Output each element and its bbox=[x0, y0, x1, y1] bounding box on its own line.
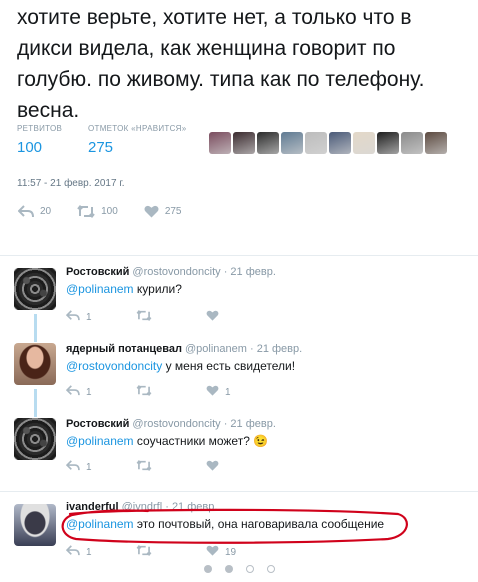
reply-icon bbox=[65, 385, 80, 399]
mention-link[interactable]: @polinanem bbox=[66, 434, 134, 448]
liker-avatar[interactable] bbox=[233, 132, 255, 154]
reply-text: @polinanem соучастники может? 😉 bbox=[66, 434, 268, 448]
retweets-count: 100 bbox=[17, 139, 43, 156]
tweet-stats: РЕТВИТОВ 100 ОТМЕТОК «НРАВИТСЯ» 275 bbox=[17, 124, 477, 164]
reply-button[interactable]: 1 bbox=[65, 545, 136, 559]
like-count: 19 bbox=[225, 546, 237, 558]
retweet-icon bbox=[136, 309, 152, 324]
author-handle[interactable]: @rostovondoncity bbox=[132, 266, 220, 278]
retweet-icon bbox=[77, 205, 95, 218]
pagination-dot[interactable] bbox=[224, 565, 233, 573]
avatar[interactable] bbox=[14, 504, 56, 546]
reply-icon bbox=[65, 310, 80, 324]
author-name[interactable]: ядерный потанцевал bbox=[66, 343, 182, 355]
retweet-icon bbox=[136, 544, 152, 559]
reply-button[interactable]: 1 bbox=[65, 310, 136, 324]
reply-actions: 1 bbox=[65, 459, 276, 474]
author-name[interactable]: Ростовский bbox=[66, 266, 129, 278]
retweet-count: 100 bbox=[101, 206, 118, 217]
likes-stat[interactable]: ОТМЕТОК «НРАВИТСЯ» 275 bbox=[88, 124, 186, 156]
liker-avatar[interactable] bbox=[353, 132, 375, 154]
pagination-dot[interactable] bbox=[245, 565, 254, 573]
reply-icon bbox=[65, 460, 80, 474]
reply-button[interactable]: 1 bbox=[65, 460, 136, 474]
like-count: 1 bbox=[225, 386, 231, 398]
liker-avatar[interactable] bbox=[209, 132, 231, 154]
like-button[interactable] bbox=[206, 310, 276, 324]
divider bbox=[0, 255, 478, 256]
retweets-stat[interactable]: РЕТВИТОВ 100 bbox=[17, 124, 62, 156]
retweet-button[interactable] bbox=[136, 384, 206, 399]
reply-actions: 1 19 bbox=[65, 544, 276, 559]
retweet-button[interactable]: 100 bbox=[77, 205, 118, 218]
red-annotation-ellipse bbox=[61, 508, 408, 544]
author-handle[interactable]: @rostovondoncity bbox=[132, 418, 220, 430]
mention-link[interactable]: @polinanem bbox=[66, 282, 134, 296]
retweet-button[interactable] bbox=[136, 459, 206, 474]
like-button[interactable]: 19 bbox=[206, 545, 276, 559]
reply-button[interactable]: 20 bbox=[18, 205, 51, 218]
reply-count: 1 bbox=[86, 546, 92, 558]
reply-body: у меня есть свидетели! bbox=[162, 359, 296, 373]
like-button[interactable]: 1 bbox=[206, 385, 276, 399]
retweet-button[interactable] bbox=[136, 309, 206, 324]
heart-icon bbox=[206, 545, 219, 559]
reply-count: 1 bbox=[86, 461, 92, 473]
liker-avatar[interactable] bbox=[377, 132, 399, 154]
divider bbox=[0, 491, 478, 492]
avatar[interactable] bbox=[14, 268, 56, 310]
liker-avatar[interactable] bbox=[257, 132, 279, 154]
thread-line bbox=[34, 314, 37, 342]
heart-icon bbox=[206, 460, 219, 474]
reply-count: 20 bbox=[40, 206, 52, 217]
liker-avatar[interactable] bbox=[305, 132, 327, 154]
retweet-icon bbox=[136, 459, 152, 474]
liker-avatar[interactable] bbox=[281, 132, 303, 154]
like-button[interactable] bbox=[206, 460, 276, 474]
reply-count: 1 bbox=[86, 311, 92, 323]
reply-button[interactable]: 1 bbox=[65, 385, 136, 399]
avatar[interactable] bbox=[14, 343, 56, 385]
reply-date[interactable]: · 21 февр. bbox=[224, 418, 276, 430]
reply-actions: 1 1 bbox=[65, 384, 276, 399]
liker-avatars bbox=[209, 132, 447, 154]
liker-avatar[interactable] bbox=[401, 132, 423, 154]
reply-actions: 1 bbox=[65, 309, 276, 324]
tweet-actions: 20 100 275 bbox=[18, 205, 208, 218]
liker-avatar[interactable] bbox=[425, 132, 447, 154]
pagination-dot[interactable] bbox=[266, 565, 275, 573]
like-button[interactable]: 275 bbox=[144, 205, 182, 218]
author-name[interactable]: Ростовский bbox=[66, 418, 129, 430]
reply-text: @polinanem курили? bbox=[66, 282, 182, 296]
reply-date[interactable]: · 21 февр. bbox=[250, 343, 302, 355]
thread-line bbox=[34, 389, 37, 417]
reply-date[interactable]: · 21 февр. bbox=[224, 266, 276, 278]
reply-body: курили? bbox=[133, 282, 182, 296]
reply-icon bbox=[65, 545, 80, 559]
likes-label: ОТМЕТОК «НРАВИТСЯ» bbox=[88, 124, 187, 133]
author-handle[interactable]: @polinanem bbox=[185, 343, 247, 355]
tweet-text: хотите верьте, хотите нет, а только что … bbox=[17, 6, 425, 122]
reply-icon bbox=[18, 205, 34, 218]
heart-icon bbox=[144, 205, 159, 218]
retweet-icon bbox=[136, 384, 152, 399]
retweet-button[interactable] bbox=[136, 544, 206, 559]
tweet-timestamp[interactable]: 11:57 - 21 февр. 2017 г. bbox=[17, 178, 125, 189]
likes-count: 275 bbox=[88, 139, 114, 156]
like-count: 275 bbox=[164, 206, 182, 217]
reply-body: соучастники может? 😉 bbox=[133, 434, 269, 448]
reply-count: 1 bbox=[86, 386, 92, 398]
liker-avatar[interactable] bbox=[329, 132, 351, 154]
pagination-dot[interactable] bbox=[203, 565, 212, 573]
heart-icon bbox=[206, 385, 219, 399]
mention-link[interactable]: @rostovondoncity bbox=[66, 359, 162, 373]
avatar[interactable] bbox=[14, 418, 56, 460]
heart-icon bbox=[206, 310, 219, 324]
reply-text: @rostovondoncity у меня есть свидетели! bbox=[66, 359, 295, 373]
pagination-dots bbox=[0, 565, 478, 573]
retweets-label: РЕТВИТОВ bbox=[17, 124, 63, 133]
